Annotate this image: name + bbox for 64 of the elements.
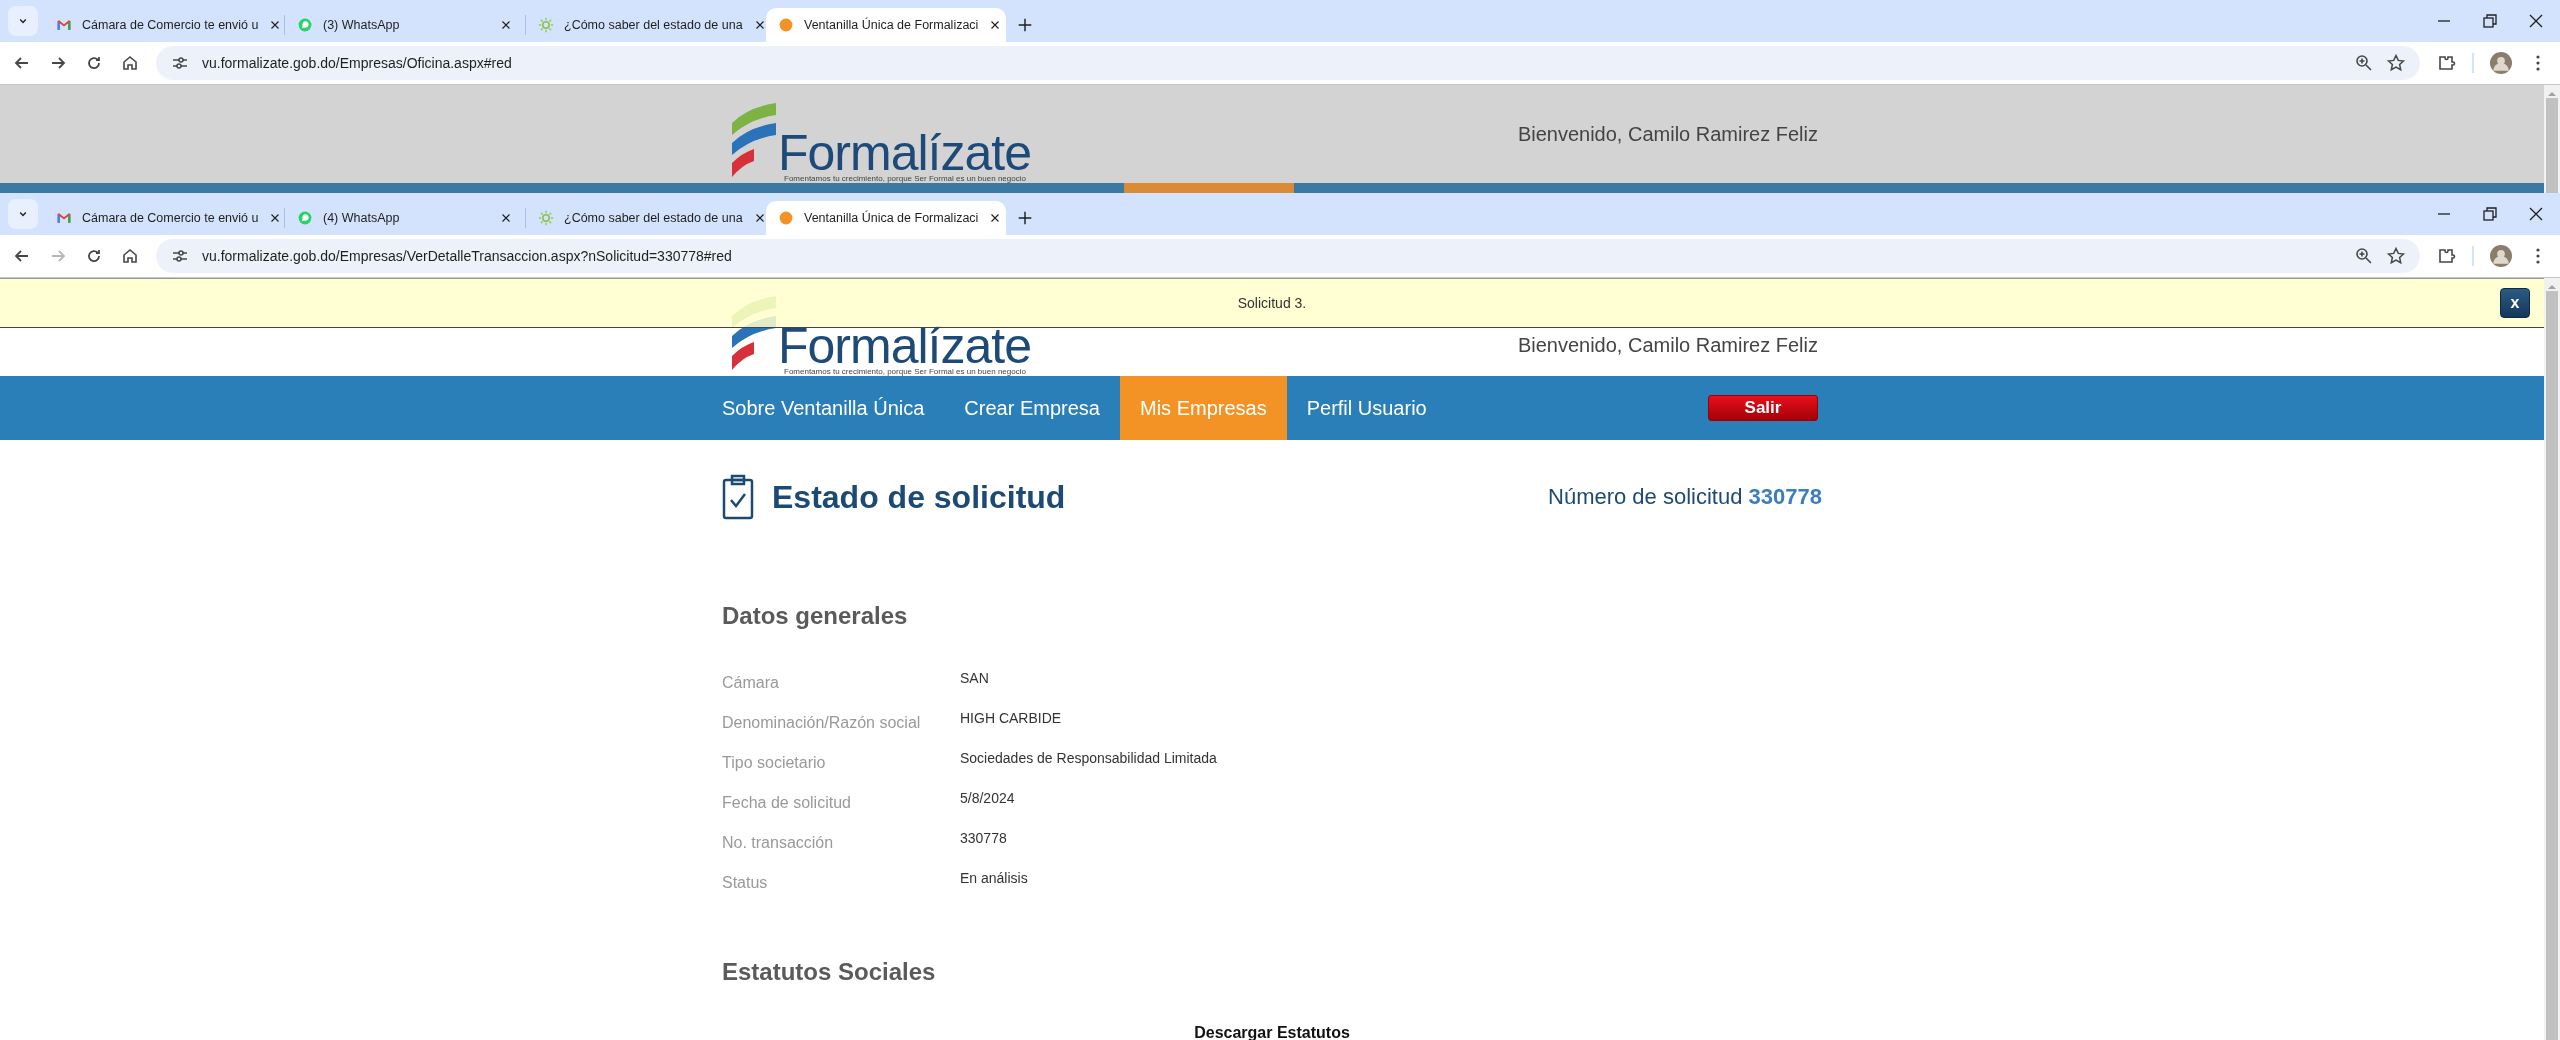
- section-heading: Estatutos Sociales: [722, 958, 937, 986]
- restore-icon[interactable]: [2480, 204, 2500, 224]
- address-bar[interactable]: vu.formalizate.gob.do/Empresas/VerDetalleTransaccion.aspx?nSolicitud=330778#red: [156, 239, 2420, 273]
- field-value: 5/8/2024: [960, 790, 1015, 808]
- sunburst-icon: [538, 17, 554, 33]
- logout-button[interactable]: Salir: [1708, 395, 1818, 421]
- welcome-text: Bienvenido, Camilo Ramirez Feliz: [1517, 123, 1818, 147]
- circle-icon: [778, 210, 794, 226]
- welcome-text: Bienvenido, Camilo Ramirez Feliz: [1517, 334, 1818, 358]
- chat-icon: [297, 17, 313, 33]
- section-heading: Datos generales: [722, 602, 909, 630]
- browser-tab[interactable]: Cámara de Comercio te envió u: [44, 8, 284, 42]
- request-number: Número de solicitud 330778: [1548, 484, 1822, 510]
- field-label: No. transacción: [722, 833, 835, 853]
- field-value: HIGH CARBIDE: [960, 710, 1062, 728]
- field-value: En análisis: [960, 870, 1028, 888]
- browser-tab[interactable]: Ventanilla Única de Formalizaci: [766, 201, 1006, 235]
- nav-item[interactable]: Crear Empresa: [944, 376, 1120, 440]
- zoom-icon[interactable]: [2354, 246, 2374, 266]
- scrollbar[interactable]: [2544, 85, 2560, 193]
- circle-icon: [778, 17, 794, 33]
- browser-tab[interactable]: ¿Cómo saber del estado de una: [526, 8, 766, 42]
- banner-message: Solicitud 3.: [1237, 295, 1307, 311]
- browser-tab[interactable]: (4) WhatsApp: [285, 201, 525, 235]
- field-value: 330778: [960, 830, 1007, 848]
- scrollbar[interactable]: [2544, 278, 2560, 1040]
- chat-icon: [297, 210, 313, 226]
- mail-icon: [56, 210, 72, 226]
- avatar-icon[interactable]: [2490, 245, 2512, 267]
- browser-tab[interactable]: (3) WhatsApp: [285, 8, 525, 42]
- nav-item[interactable]: Sobre Ventanilla Única: [722, 376, 945, 440]
- logo-tagline: Fomentamos tu crecimiento, porque Ser Formal es un buen negocio: [784, 367, 1026, 376]
- page-title: Estado de solicitud: [772, 478, 1066, 516]
- zoom-icon[interactable]: [2354, 53, 2374, 73]
- home-icon[interactable]: [120, 53, 140, 73]
- clipboard-check-icon: [722, 474, 754, 520]
- logo-tagline: Fomentamos tu crecimiento, porque Ser Formal es un buen negocio: [784, 174, 1026, 183]
- browser-tab[interactable]: Cámara de Comercio te envió u: [44, 201, 284, 235]
- field-label: Tipo societario: [722, 753, 827, 773]
- browser-tab[interactable]: ¿Cómo saber del estado de una: [526, 201, 766, 235]
- nav-item[interactable]: Perfil Usuario: [1286, 376, 1447, 440]
- puzzle-icon[interactable]: [2436, 53, 2456, 73]
- field-label: Denominación/Razón social: [722, 713, 922, 733]
- star-icon[interactable]: [2386, 53, 2406, 73]
- logo-wordmark: Formalízate: [778, 326, 1031, 366]
- banner-close-button[interactable]: x: [2500, 288, 2530, 318]
- logo-wordmark: Formalízate: [778, 133, 1031, 173]
- puzzle-icon[interactable]: [2436, 246, 2456, 266]
- field-value: SAN: [960, 670, 989, 688]
- stripes-logo-icon: [732, 103, 776, 177]
- browser-tab[interactable]: Ventanilla Única de Formalizaci: [766, 8, 1006, 42]
- mail-icon: [56, 17, 72, 33]
- restore-icon[interactable]: [2480, 11, 2500, 31]
- address-bar[interactable]: vu.formalizate.gob.do/Empresas/Oficina.aspx#red: [156, 46, 2420, 80]
- home-icon[interactable]: [120, 246, 140, 266]
- star-icon[interactable]: [2386, 246, 2406, 266]
- sunburst-icon: [538, 210, 554, 226]
- plus-icon[interactable]: [1016, 16, 1034, 34]
- field-label: Status: [722, 873, 769, 893]
- field-label: Cámara: [722, 673, 780, 693]
- field-label: Fecha de solicitud: [722, 793, 852, 813]
- plus-icon[interactable]: [1016, 209, 1034, 227]
- avatar-icon[interactable]: [2490, 52, 2512, 74]
- field-value: Sociedades de Responsabilidad Limitada: [960, 750, 1217, 768]
